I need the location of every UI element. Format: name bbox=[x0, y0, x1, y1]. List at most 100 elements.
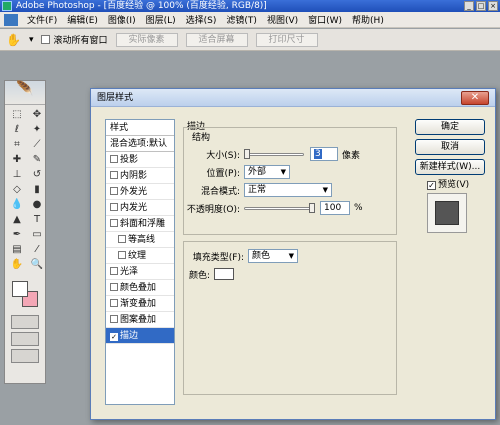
move-tool-icon[interactable]: ✥ bbox=[28, 108, 46, 122]
menu-filter[interactable]: 滤镜(T) bbox=[221, 13, 262, 26]
preview-checkbox[interactable]: ✓ 预览(V) bbox=[427, 177, 469, 190]
actual-pixels-button[interactable]: 实际像素 bbox=[115, 32, 178, 47]
fit-screen-button[interactable]: 适合屏幕 bbox=[185, 32, 248, 47]
effect-item[interactable]: 内发光 bbox=[106, 200, 174, 216]
eraser-tool-icon[interactable]: ◇ bbox=[8, 183, 26, 197]
blend-options-item[interactable]: 混合选项:默认 bbox=[106, 136, 174, 152]
effect-checkbox[interactable] bbox=[110, 219, 118, 227]
notes-tool-icon[interactable]: ▤ bbox=[8, 243, 26, 257]
magic-wand-tool-icon[interactable]: ✦ bbox=[28, 123, 46, 137]
lasso-tool-icon[interactable]: ℓ bbox=[8, 123, 26, 137]
stamp-tool-icon[interactable]: ⊥ bbox=[8, 168, 26, 182]
menu-select[interactable]: 选择(S) bbox=[181, 13, 222, 26]
cancel-button[interactable]: 取消 bbox=[415, 139, 485, 155]
structure-group: 结构 大小(S): 3 像素 位置(P): 外部 ▼ 混合模式: 正常 ▼ 不透… bbox=[183, 127, 397, 235]
effect-checkbox[interactable] bbox=[110, 283, 118, 291]
print-size-button[interactable]: 打印尺寸 bbox=[255, 32, 318, 47]
effect-checkbox[interactable] bbox=[118, 235, 126, 243]
scroll-all-windows-checkbox[interactable]: 滚动所有窗口 bbox=[41, 33, 108, 46]
effect-item[interactable]: 外发光 bbox=[106, 184, 174, 200]
size-input[interactable]: 3 bbox=[310, 147, 338, 161]
menu-view[interactable]: 视图(V) bbox=[262, 13, 303, 26]
effect-item[interactable]: 内阴影 bbox=[106, 168, 174, 184]
options-bar: ✋ ▾ 滚动所有窗口 实际像素 适合屏幕 打印尺寸 bbox=[0, 29, 500, 51]
eyedropper-tool-icon[interactable]: ⁄ bbox=[28, 243, 46, 257]
slice-tool-icon[interactable]: ⟋ bbox=[28, 138, 46, 152]
effect-checkbox[interactable] bbox=[110, 203, 118, 211]
hand-tool-box-icon[interactable]: ✋ bbox=[8, 258, 26, 272]
ok-button[interactable]: 确定 bbox=[415, 119, 485, 135]
quick-mask-mode-icon[interactable] bbox=[11, 315, 39, 329]
fill-type-label: 填充类型(F): bbox=[192, 252, 244, 263]
shape-tool-icon[interactable]: ▭ bbox=[28, 228, 46, 242]
foreground-color-swatch[interactable] bbox=[12, 281, 28, 297]
minimize-icon[interactable]: _ bbox=[464, 1, 474, 11]
menu-help[interactable]: 帮助(H) bbox=[347, 13, 389, 26]
screen-mode-icon[interactable] bbox=[11, 332, 39, 346]
size-slider-thumb[interactable] bbox=[244, 148, 250, 159]
effect-label: 斜面和浮雕 bbox=[120, 219, 166, 229]
gradient-tool-icon[interactable]: ▮ bbox=[28, 183, 46, 197]
preview-check-icon: ✓ bbox=[427, 181, 436, 190]
crop-tool-icon[interactable]: ⌗ bbox=[8, 138, 26, 152]
effect-item[interactable]: 纹理 bbox=[106, 248, 174, 264]
effect-checkbox[interactable] bbox=[110, 299, 118, 307]
healing-brush-tool-icon[interactable]: ✚ bbox=[8, 153, 26, 167]
effect-label: 颜色叠加 bbox=[120, 283, 157, 293]
stroke-color-swatch[interactable] bbox=[214, 268, 234, 280]
fill-type-dropdown[interactable]: 颜色 ▼ bbox=[248, 249, 298, 263]
opacity-input[interactable]: 100 bbox=[320, 201, 350, 215]
menu-edit[interactable]: 编辑(E) bbox=[62, 13, 103, 26]
position-dropdown[interactable]: 外部 ▼ bbox=[244, 165, 290, 179]
effect-item[interactable]: 光泽 bbox=[106, 264, 174, 280]
styles-header[interactable]: 样式 bbox=[106, 120, 174, 136]
menu-file[interactable]: 文件(F) bbox=[22, 13, 62, 26]
effect-item[interactable]: 投影 bbox=[106, 152, 174, 168]
blur-tool-icon[interactable]: 💧 bbox=[8, 198, 26, 212]
maximize-icon[interactable]: □ bbox=[476, 1, 486, 11]
effect-label: 图案叠加 bbox=[120, 315, 157, 325]
jump-to-imageready-icon[interactable] bbox=[11, 349, 39, 363]
brush-tool-icon[interactable]: ✎ bbox=[28, 153, 46, 167]
menu-image[interactable]: 图像(I) bbox=[103, 13, 141, 26]
path-select-tool-icon[interactable]: ▲ bbox=[8, 213, 26, 227]
color-swatches[interactable] bbox=[8, 279, 42, 311]
effect-checkbox[interactable]: ✓ bbox=[110, 333, 118, 341]
type-tool-icon[interactable]: T bbox=[28, 213, 46, 227]
effect-checkbox[interactable] bbox=[110, 267, 118, 275]
blend-mode-label: 混合模式: bbox=[200, 186, 240, 197]
effect-checkbox[interactable] bbox=[118, 251, 126, 259]
history-brush-tool-icon[interactable]: ↺ bbox=[28, 168, 46, 182]
pen-tool-icon[interactable]: ✒ bbox=[8, 228, 26, 242]
opacity-unit: % bbox=[354, 203, 363, 213]
size-slider[interactable] bbox=[244, 148, 304, 159]
effect-item[interactable]: 斜面和浮雕 bbox=[106, 216, 174, 232]
effect-item[interactable]: 图案叠加 bbox=[106, 312, 174, 328]
effect-item[interactable]: 颜色叠加 bbox=[106, 280, 174, 296]
new-style-button[interactable]: 新建样式(W)... bbox=[415, 159, 485, 175]
effect-checkbox[interactable] bbox=[110, 155, 118, 163]
menu-window[interactable]: 窗口(W) bbox=[303, 13, 347, 26]
effect-item[interactable]: 渐变叠加 bbox=[106, 296, 174, 312]
hand-tool-icon[interactable]: ✋ bbox=[6, 33, 21, 47]
opacity-slider[interactable] bbox=[244, 202, 315, 213]
dodge-tool-icon[interactable]: ● bbox=[28, 198, 46, 212]
ps-logo-icon[interactable] bbox=[4, 13, 18, 26]
menu-layer[interactable]: 图层(L) bbox=[141, 13, 181, 26]
menu-bar: 文件(F) 编辑(E) 图像(I) 图层(L) 选择(S) 滤镜(T) 视图(V… bbox=[0, 12, 500, 28]
effect-checkbox[interactable] bbox=[110, 171, 118, 179]
effect-label: 描边 bbox=[120, 331, 139, 341]
close-icon[interactable]: × bbox=[488, 1, 498, 11]
marquee-tool-icon[interactable]: ⬚ bbox=[8, 108, 26, 122]
effect-item[interactable]: 等高线 bbox=[106, 232, 174, 248]
preview-label: 预览(V) bbox=[438, 180, 470, 190]
opacity-slider-thumb[interactable] bbox=[309, 202, 315, 213]
blend-mode-dropdown[interactable]: 正常 ▼ bbox=[244, 183, 332, 197]
dialog-close-icon[interactable]: ✕ bbox=[461, 91, 489, 105]
tool-preset-dropdown-icon[interactable]: ▾ bbox=[29, 35, 34, 45]
zoom-tool-icon[interactable]: 🔍 bbox=[28, 258, 46, 272]
styles-list: 样式 混合选项:默认 投影 内阴影 外发光 内发光斜面和浮雕等高线 纹理 光泽颜色叠加渐变… bbox=[105, 119, 175, 405]
effect-checkbox[interactable] bbox=[110, 187, 118, 195]
effect-item[interactable]: ✓ 描边 bbox=[106, 328, 174, 344]
effect-checkbox[interactable] bbox=[110, 315, 118, 323]
